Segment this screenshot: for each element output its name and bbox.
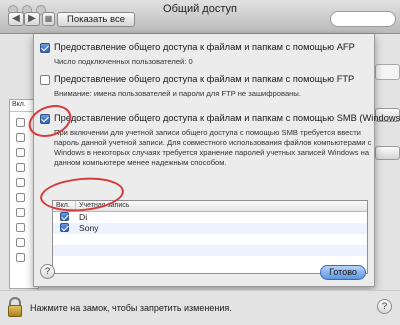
service-checkbox (16, 163, 25, 172)
show-all-button[interactable]: Показать все (57, 12, 135, 27)
table-row[interactable]: Di (53, 212, 367, 223)
service-checkbox (16, 238, 25, 247)
service-checkbox (16, 148, 25, 157)
back-arrow-icon[interactable]: ◀ (8, 12, 24, 26)
smb-note-line: пароль данной учетной записи. Для совмес… (54, 138, 372, 147)
service-checkbox (16, 118, 25, 127)
table-row (53, 234, 367, 245)
service-checkbox (16, 193, 25, 202)
smb-accounts-table: Вкл. Учетная запись Di Sony (52, 200, 368, 274)
lock-icon[interactable] (8, 297, 22, 317)
grid-icon[interactable]: ▦ (42, 12, 55, 26)
search-field[interactable] (330, 11, 396, 27)
bottom-bar: Нажмите на замок, чтобы запретить измене… (0, 290, 400, 325)
options-button (375, 146, 400, 160)
file-sharing-options-sheet: Предоставление общего доступа к файлам и… (33, 34, 400, 287)
done-button[interactable]: Готово (320, 265, 366, 280)
window-titlebar: Общий доступ ◀ ▶ ▦ Показать все (0, 0, 400, 34)
account-name: Di (79, 212, 88, 222)
smb-note-line: данном компьютере менее надежным способо… (54, 158, 227, 167)
afp-label[interactable]: Предоставление общего доступа к файлам и… (54, 42, 355, 52)
ftp-checkbox[interactable] (40, 75, 50, 85)
table-row (53, 256, 367, 267)
column-account-header[interactable]: Учетная запись (79, 202, 129, 209)
smb-note-line: Windows в некоторых случаях требуется хр… (54, 148, 370, 157)
computer-name-field (375, 64, 400, 80)
accounts-table-header: Вкл. Учетная запись (53, 201, 367, 212)
forward-arrow-icon[interactable]: ▶ (24, 12, 40, 26)
account-enable-checkbox[interactable] (60, 223, 69, 232)
account-enable-checkbox[interactable] (60, 212, 69, 221)
afp-note: Число подключенных пользователей: 0 (54, 57, 193, 66)
smb-note-line: При включении для учетной записи общего … (54, 128, 361, 137)
service-checkbox (16, 208, 25, 217)
service-checkbox (16, 133, 25, 142)
service-checkbox (16, 223, 25, 232)
ftp-note: Внимание: имена пользователей и пароли д… (54, 89, 301, 98)
smb-checkbox[interactable] (40, 114, 50, 124)
table-row (53, 245, 367, 256)
table-row[interactable]: Sony (53, 223, 367, 234)
smb-label[interactable]: Предоставление общего доступа к файлам и… (54, 113, 400, 123)
afp-checkbox[interactable] (40, 43, 50, 53)
service-checkbox (16, 178, 25, 187)
help-icon[interactable]: ? (40, 264, 55, 279)
service-checkbox (16, 253, 25, 262)
column-enabled-header[interactable]: Вкл. (56, 202, 70, 209)
help-icon[interactable]: ? (377, 299, 392, 314)
ftp-label[interactable]: Предоставление общего доступа к файлам и… (54, 74, 354, 84)
account-name: Sony (79, 223, 99, 233)
lock-caption: Нажмите на замок, чтобы запретить измене… (30, 303, 232, 313)
